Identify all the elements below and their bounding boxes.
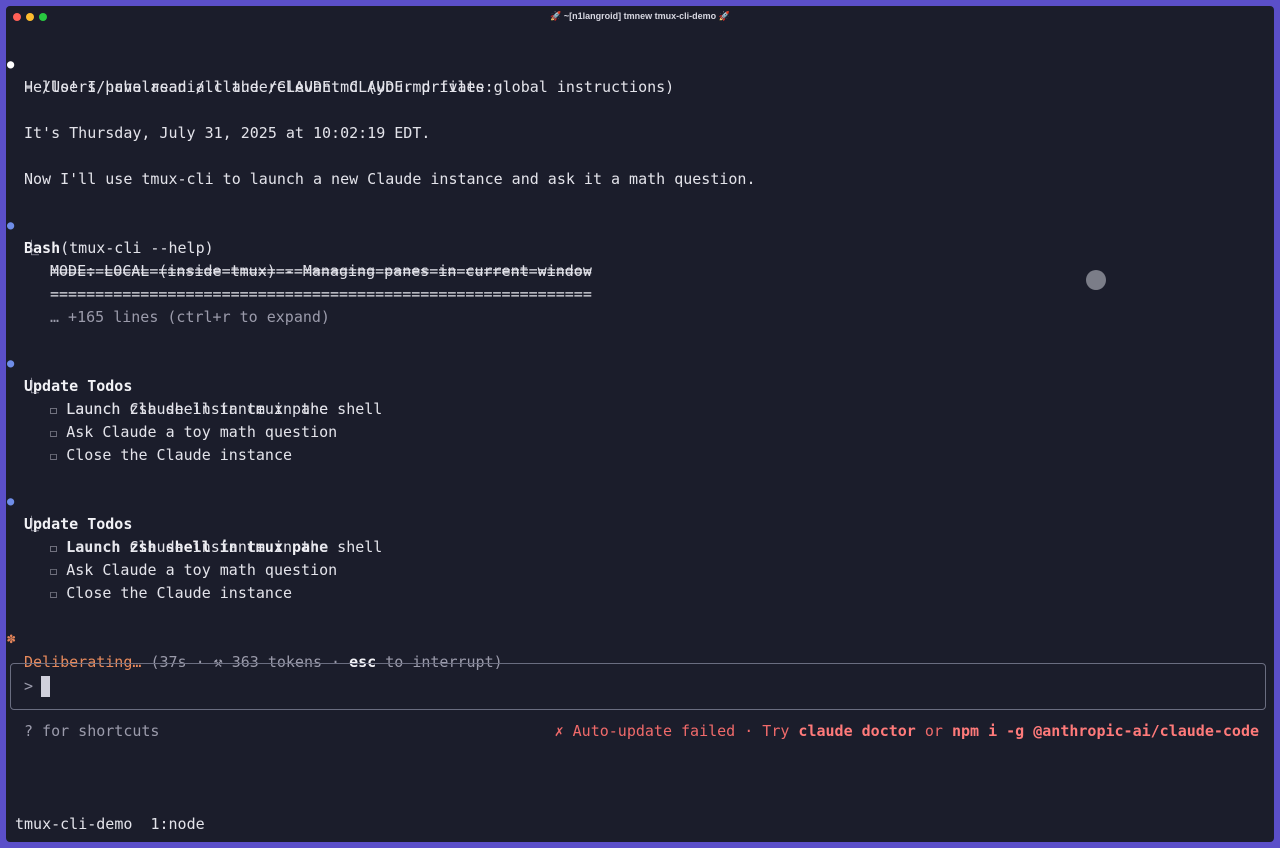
checkbox-icon: ☐ [50, 426, 58, 440]
prompt-input[interactable]: > [10, 663, 1266, 710]
terminal-window: 🚀 ~[n1langroid] tmnew tmux-cli-demo 🚀 ● … [6, 6, 1274, 842]
todo-item: ☐ Ask Claude a toy math question [50, 423, 338, 441]
checkbox-icon: ☐ [50, 541, 58, 555]
message-date: It's Thursday, July 31, 2025 at 10:02:19… [24, 124, 431, 142]
message-plan: Now I'll use tmux-cli to launch a new Cl… [24, 170, 756, 188]
todo-item: ☐ Ask Claude a toy math question [50, 561, 338, 579]
window-title: 🚀 ~[n1langroid] tmnew tmux-cli-demo 🚀 [550, 11, 730, 21]
mouse-cursor-indicator [1086, 270, 1106, 290]
checkbox-icon: ☐ [50, 403, 58, 417]
bash-tool-call: ● Bash(tmux-cli --help) [6, 191, 214, 257]
todo-item: ☐ Launch Claude instance in the shell [50, 538, 383, 556]
tmux-status-bar: tmux-cli-demo 1:node [15, 813, 205, 836]
shortcuts-hint[interactable]: ? for shortcuts [24, 720, 159, 743]
bash-expand-hint[interactable]: … +165 lines (ctrl+r to expand) [6, 283, 330, 326]
thinking-status: ✽ Deliberating… (37s · ⚒ 363 tokens · es… [6, 605, 503, 671]
checkbox-icon: ☐ [50, 449, 58, 463]
bash-output-mode: MODE: LOCAL (inside tmux) - Managing pan… [50, 262, 592, 280]
checkbox-icon: ☐ [50, 564, 58, 578]
text-caret [41, 676, 50, 697]
tmux-session-name: tmux-cli-demo [15, 815, 133, 833]
prompt-chevron-icon: > [24, 677, 34, 695]
todo-item: ☐ Launch Claude instance in the shell [50, 400, 383, 418]
message-file-path: - /Users/pchalasani/.claude/CLAUDE.md (y… [24, 78, 675, 96]
message-greeting: ● Hello! I have read all the relevant CL… [6, 30, 494, 96]
tmux-window-tab[interactable]: 1:node [150, 815, 204, 833]
auto-update-error: ✗ Auto-update failed · Try claude doctor… [554, 722, 1259, 740]
todo-item-active: ⎿ ☐ Launch zsh shell in tmux pane [24, 515, 329, 556]
todos-header-1: ● Update Todos [6, 329, 132, 395]
bash-output-separator-bottom: ========================================… [50, 285, 592, 303]
todo-item: ⎿ ☐ Launch zsh shell in tmux pane [24, 377, 329, 418]
checkbox-icon: ☐ [50, 587, 58, 601]
todo-item: ☐ Close the Claude instance [50, 584, 293, 602]
bash-output-separator-top: ⎿ ======================================… [24, 239, 592, 280]
spinner-icon: ✽ [7, 631, 16, 647]
title-bar: 🚀 ~[n1langroid] tmnew tmux-cli-demo 🚀 [6, 6, 1274, 28]
todos-header-2: ● Update Todos [6, 467, 132, 533]
todo-item: ☐ Close the Claude instance [50, 446, 293, 464]
